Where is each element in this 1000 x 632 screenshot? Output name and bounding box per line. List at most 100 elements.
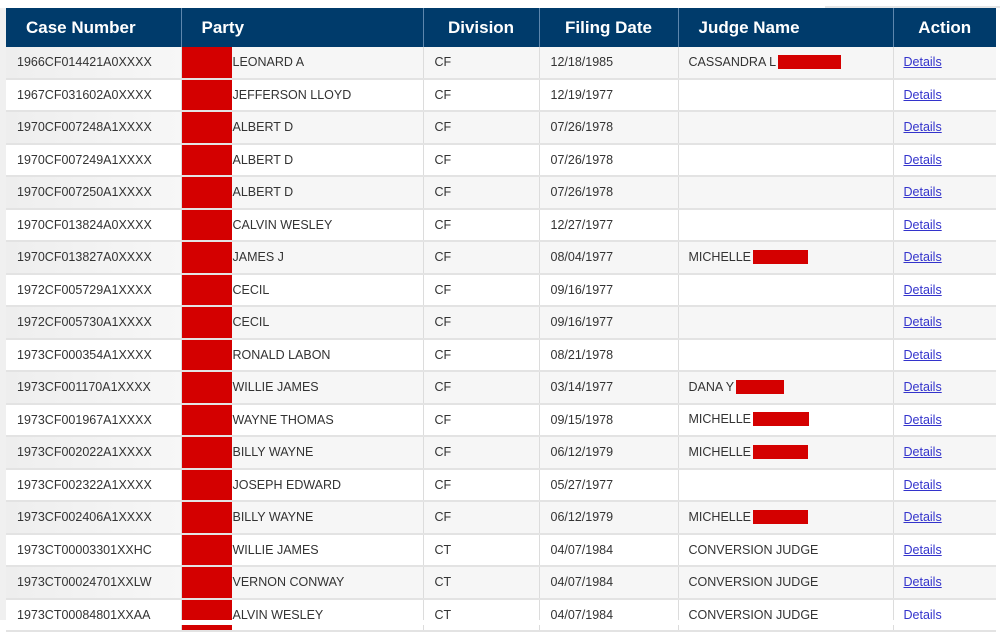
judge-name-cell: CONVERSION JUDGE [678,533,894,567]
judge-name-cell [678,143,894,177]
case-number-cell-text: 1970CF013827A0XXXX [17,250,152,265]
judge-name-cell: DANA Y [678,371,894,405]
details-link[interactable]: Details [904,348,942,362]
header-judge-name[interactable]: Judge Name [678,8,894,47]
case-number-cell: 1973CF002022A1XXXX [6,436,182,470]
table-row: 1973CF001967A1XXXX WAYNE THOMAS CF 09/15/19… [6,403,996,437]
judge-name-cell: MICHELLE [678,501,894,535]
case-number-cell-text: 1970CF007250A1XXXX [17,185,152,200]
judge-name-cell [678,338,894,372]
action-cell: Details [893,403,996,437]
filing-date-cell-text: 08/04/1977 [550,250,614,265]
action-cell: Details [893,468,996,502]
details-link[interactable]: Details [904,575,942,589]
details-link[interactable]: Details [904,510,942,524]
party-redaction-block [181,176,232,207]
party-redaction-block [181,468,232,500]
division-cell-text: CF [434,250,452,265]
filing-date-cell-text: 12/18/1985 [550,55,614,70]
details-link[interactable]: Details [904,153,942,167]
party-cell-text: RONALD LABON [232,347,331,362]
filing-date-cell: 09/16/1977 [539,306,679,340]
case-number-cell-text: 1973CF002022A1XXXX [17,445,152,460]
header-filing-date[interactable]: Filing Date [539,8,679,47]
division-cell-text: CT [434,575,452,590]
division-cell-text: CF [434,477,452,492]
table-row: 1973CT00084801XXAA ALVIN WESLEY CT 04/07/19… [6,598,996,632]
case-number-cell: 1970CF007248A1XXXX [6,111,182,145]
case-number-cell-text: 1970CF007248A1XXXX [17,120,152,135]
details-link[interactable]: Details [904,283,942,297]
header-party[interactable]: Party [181,8,424,47]
details-link[interactable]: Details [904,445,942,459]
party-cell: WILLIE JAMES [181,371,424,405]
details-link[interactable]: Details [904,185,942,199]
details-link[interactable]: Details [904,250,942,264]
division-cell: CF [423,47,540,80]
header-division[interactable]: Division [423,8,540,47]
table-header-row: Case Number Party Division Filing Date J… [6,8,996,47]
details-link[interactable]: Details [904,55,942,69]
case-number-cell-text: 1973CF001967A1XXXX [17,412,152,427]
judge-name-cell [678,111,894,145]
case-number-cell-text: 1967CF031602A0XXXX [17,87,152,102]
details-link[interactable]: Details [904,315,942,329]
action-cell: Details [893,208,996,242]
case-number-cell-text: 1966CF014421A0XXXX [17,55,152,70]
judge-redaction-block [753,444,809,459]
judge-name-cell [678,468,894,502]
table-row: 1967CF031602A0XXXX JEFFERSON LLOYD CF 12/19… [6,78,996,112]
judge-name-cell [678,78,894,112]
judge-name-cell-text: MICHELLE [688,249,752,264]
party-cell: ALBERT D [181,143,424,177]
table-row: 1973CF002406A1XXXX BILLY WAYNE CF 06/12/197… [6,501,996,535]
action-cell: Details [893,111,996,145]
judge-name-cell: CONVERSION JUDGE [678,598,894,632]
details-link[interactable]: Details [904,120,942,134]
party-cell-text: WAYNE THOMAS [232,412,334,427]
details-link[interactable]: Details [904,543,942,557]
party-cell: ALBERT D [181,111,424,145]
details-link[interactable]: Details [904,88,942,102]
table-row: 1973CF002022A1XXXX BILLY WAYNE CF 06/12/197… [6,436,996,470]
party-redaction-block [181,47,232,77]
filing-date-cell: 05/27/1977 [539,468,679,502]
division-cell: CF [423,338,540,372]
case-number-cell-text: 1973CF001170A1XXXX [17,380,151,395]
party-redaction-block [181,403,232,435]
header-case-number[interactable]: Case Number [6,8,182,47]
case-number-cell-text: 1973CT00003301XXHC [17,542,152,557]
party-cell-text: CECIL [232,282,270,297]
details-link[interactable]: Details [904,218,942,232]
filing-date-cell-text: 06/12/1979 [550,445,614,460]
division-cell-text: CF [434,412,452,427]
details-link[interactable]: Details [904,380,942,394]
judge-name-cell [678,208,894,242]
party-cell-text: BILLY WAYNE [232,445,314,460]
action-cell: Details [893,533,996,567]
case-number-cell: 1973CF000354A1XXXX [6,338,182,372]
filing-date-cell: 09/16/1977 [539,273,679,307]
filing-date-cell-text: 08/21/1978 [550,347,614,362]
party-cell-text: JAMES J [232,250,284,265]
party-cell: VERNON CONWAY [181,566,424,600]
action-cell: Details [893,306,996,340]
division-cell: CF [423,436,540,470]
case-number-cell: 1973CF001967A1XXXX [6,403,182,437]
judge-name-cell [678,273,894,307]
case-number-cell-text: 1970CF013824A0XXXX [17,217,152,232]
division-cell-text: CF [434,282,452,297]
filing-date-cell-text: 12/19/1977 [550,87,614,102]
division-cell: CF [423,143,540,177]
party-cell: WAYNE THOMAS [181,403,424,437]
party-cell: JAMES J [181,241,424,275]
filing-date-cell: 12/19/1977 [539,78,679,112]
details-link[interactable]: Details [904,413,942,427]
details-link[interactable]: Details [904,478,942,492]
case-number-cell-text: 1972CF005730A1XXXX [17,315,152,330]
table-row: 1972CF005729A1XXXX CECIL CF 09/16/1977 Detai… [6,273,996,307]
case-results-table: Case Number Party Division Filing Date J… [6,8,996,632]
party-cell: WILLIE JAMES [181,533,424,567]
party-cell: CECIL [181,306,424,340]
table-row: 1973CF000354A1XXXX RONALD LABON CF 08/21/19… [6,338,996,372]
